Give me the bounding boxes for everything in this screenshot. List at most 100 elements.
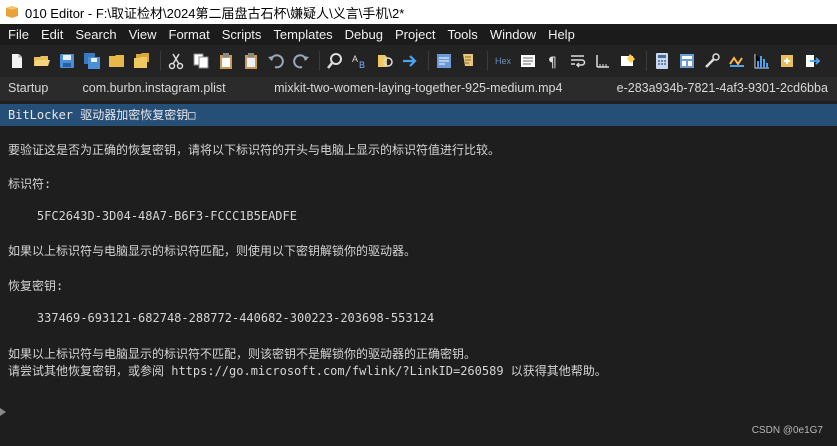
save-all-icon <box>84 53 100 69</box>
menu-tools[interactable]: Tools <box>441 24 483 45</box>
copy-button[interactable] <box>190 50 212 72</box>
tab-instagram-plist[interactable]: com.burbn.instagram.plist <box>75 77 267 101</box>
editor-line-5: 如果以上标识符与电脑显示的标识符匹配，则使用以下密钥解锁你的驱动器。 <box>8 244 417 258</box>
svg-text:¶: ¶ <box>548 55 557 70</box>
window-title: 010 Editor - F:\取证检材\2024第二届盘古石杯\嫌疑人\义言\… <box>25 5 405 21</box>
toolbar: AB Hex ¶ <box>0 45 837 77</box>
insert-mode-button[interactable] <box>592 50 614 72</box>
editor-line-3: 标识符: <box>8 177 52 191</box>
svg-text:B: B <box>359 60 365 70</box>
open-folders-button[interactable] <box>131 50 153 72</box>
replace-icon: AB <box>352 54 365 70</box>
title-bar: 010 Editor - F:\取证检材\2024第二届盘古石杯\嫌疑人\义言\… <box>0 0 837 24</box>
folder-open-icon <box>34 56 50 66</box>
open-file-button[interactable] <box>31 50 53 72</box>
menu-debug[interactable]: Debug <box>339 24 389 45</box>
clipboard-special-icon <box>245 53 257 69</box>
toolbar-separator <box>646 51 647 71</box>
menu-templates[interactable]: Templates <box>267 24 338 45</box>
checksum-button[interactable] <box>726 50 748 72</box>
word-wrap-icon <box>571 55 586 68</box>
tools-icon <box>705 53 720 68</box>
new-file-button[interactable] <box>6 50 28 72</box>
editor-line-4: 5FC2643D-3D04-48A7-B6F3-FCCC1B5EADFE <box>8 209 297 223</box>
text-mode-icon <box>521 55 535 67</box>
menu-file[interactable]: File <box>2 24 35 45</box>
bookmark-icon <box>621 54 635 66</box>
import-icon <box>781 55 793 67</box>
hex-label: Hex <box>494 56 511 66</box>
folders-icon <box>134 53 149 68</box>
tab-mixkit-mp4[interactable]: mixkit-two-women-laying-together-925-med… <box>266 77 609 101</box>
copy-icon <box>193 53 209 69</box>
toolbar-separator <box>319 51 320 71</box>
paste-button[interactable] <box>215 50 237 72</box>
new-file-icon <box>12 54 22 68</box>
paste-special-button[interactable] <box>240 50 262 72</box>
search-icon <box>327 53 342 69</box>
word-wrap-button[interactable] <box>567 50 589 72</box>
save-icon <box>60 54 74 68</box>
text-mode-button[interactable] <box>517 50 539 72</box>
find-in-files-icon <box>378 55 393 67</box>
redo-button[interactable] <box>290 50 312 72</box>
editor-line-7: 337469-693121-682748-288772-440682-30022… <box>8 311 435 325</box>
arrow-right-icon <box>403 55 417 67</box>
bookmark-button[interactable] <box>617 50 639 72</box>
watermark: CSDN @0e1G7 <box>751 425 823 436</box>
pilcrow-icon: ¶ <box>548 55 557 70</box>
scissors-icon <box>168 53 184 70</box>
redo-icon <box>293 54 309 69</box>
toolbar-separator <box>160 51 161 71</box>
folder-icon <box>109 55 124 67</box>
file-tab-bar: Startup com.burbn.instagram.plist mixkit… <box>0 77 837 101</box>
line-marker-icon <box>0 408 6 416</box>
histogram-button[interactable] <box>751 50 773 72</box>
goto-button[interactable] <box>399 50 421 72</box>
tab-startup[interactable]: Startup <box>0 77 75 101</box>
script-button[interactable] <box>458 50 480 72</box>
editor-line-1: BitLocker 驱动器加密恢复密钥□ <box>0 104 837 126</box>
menu-help[interactable]: Help <box>542 24 581 45</box>
menu-project[interactable]: Project <box>389 24 441 45</box>
menu-format[interactable]: Format <box>163 24 216 45</box>
ruler-icon <box>596 55 609 68</box>
compare-icon <box>437 54 451 68</box>
svg-text:A: A <box>352 54 358 64</box>
toolbar-separator <box>428 51 429 71</box>
app-logo-icon <box>6 6 18 18</box>
tools-button[interactable] <box>701 50 723 72</box>
find-button[interactable] <box>324 50 346 72</box>
import-button[interactable] <box>776 50 798 72</box>
editor-line-9: 请尝试其他恢复密钥，或参阅 https://go.microsoft.com/f… <box>8 364 607 378</box>
toolbar-separator <box>487 51 488 71</box>
checksum-icon <box>729 56 744 67</box>
hex-mode-button[interactable]: Hex <box>492 50 514 72</box>
templates-button[interactable] <box>676 50 698 72</box>
find-in-files-button[interactable] <box>374 50 396 72</box>
compare-button[interactable] <box>433 50 455 72</box>
histogram-icon <box>754 54 769 69</box>
calculator-button[interactable] <box>651 50 673 72</box>
undo-button[interactable] <box>265 50 287 72</box>
menu-search[interactable]: Search <box>69 24 122 45</box>
save-all-button[interactable] <box>81 50 103 72</box>
scroll-icon <box>463 54 473 66</box>
editor-line-6: 恢复密钥: <box>8 279 64 293</box>
menu-bar: File Edit Search View Format Scripts Tem… <box>0 24 837 45</box>
editor-line-2: 要验证这是否为正确的恢复密钥，请将以下标识符的开头与电脑上显示的标识符值进行比较… <box>8 143 501 157</box>
menu-view[interactable]: View <box>123 24 163 45</box>
export-button[interactable] <box>801 50 823 72</box>
save-button[interactable] <box>56 50 78 72</box>
menu-scripts[interactable]: Scripts <box>216 24 268 45</box>
clipboard-icon <box>220 53 232 69</box>
menu-window[interactable]: Window <box>484 24 542 45</box>
text-editor-area[interactable]: BitLocker 驱动器加密恢复密钥□ 要验证这是否为正确的恢复密钥，请将以下… <box>0 101 837 446</box>
whitespace-button[interactable]: ¶ <box>542 50 564 72</box>
editor-line-8: 如果以上标识符与电脑显示的标识符不匹配，则该密钥不是解锁你的驱动器的正确密钥。 <box>8 347 477 361</box>
open-workspace-button[interactable] <box>106 50 128 72</box>
cut-button[interactable] <box>165 50 187 72</box>
menu-edit[interactable]: Edit <box>35 24 69 45</box>
replace-button[interactable]: AB <box>349 50 371 72</box>
tab-bitlocker-key[interactable]: e-283a934b-7821-4af3-9301-2cd6bba <box>609 77 837 101</box>
